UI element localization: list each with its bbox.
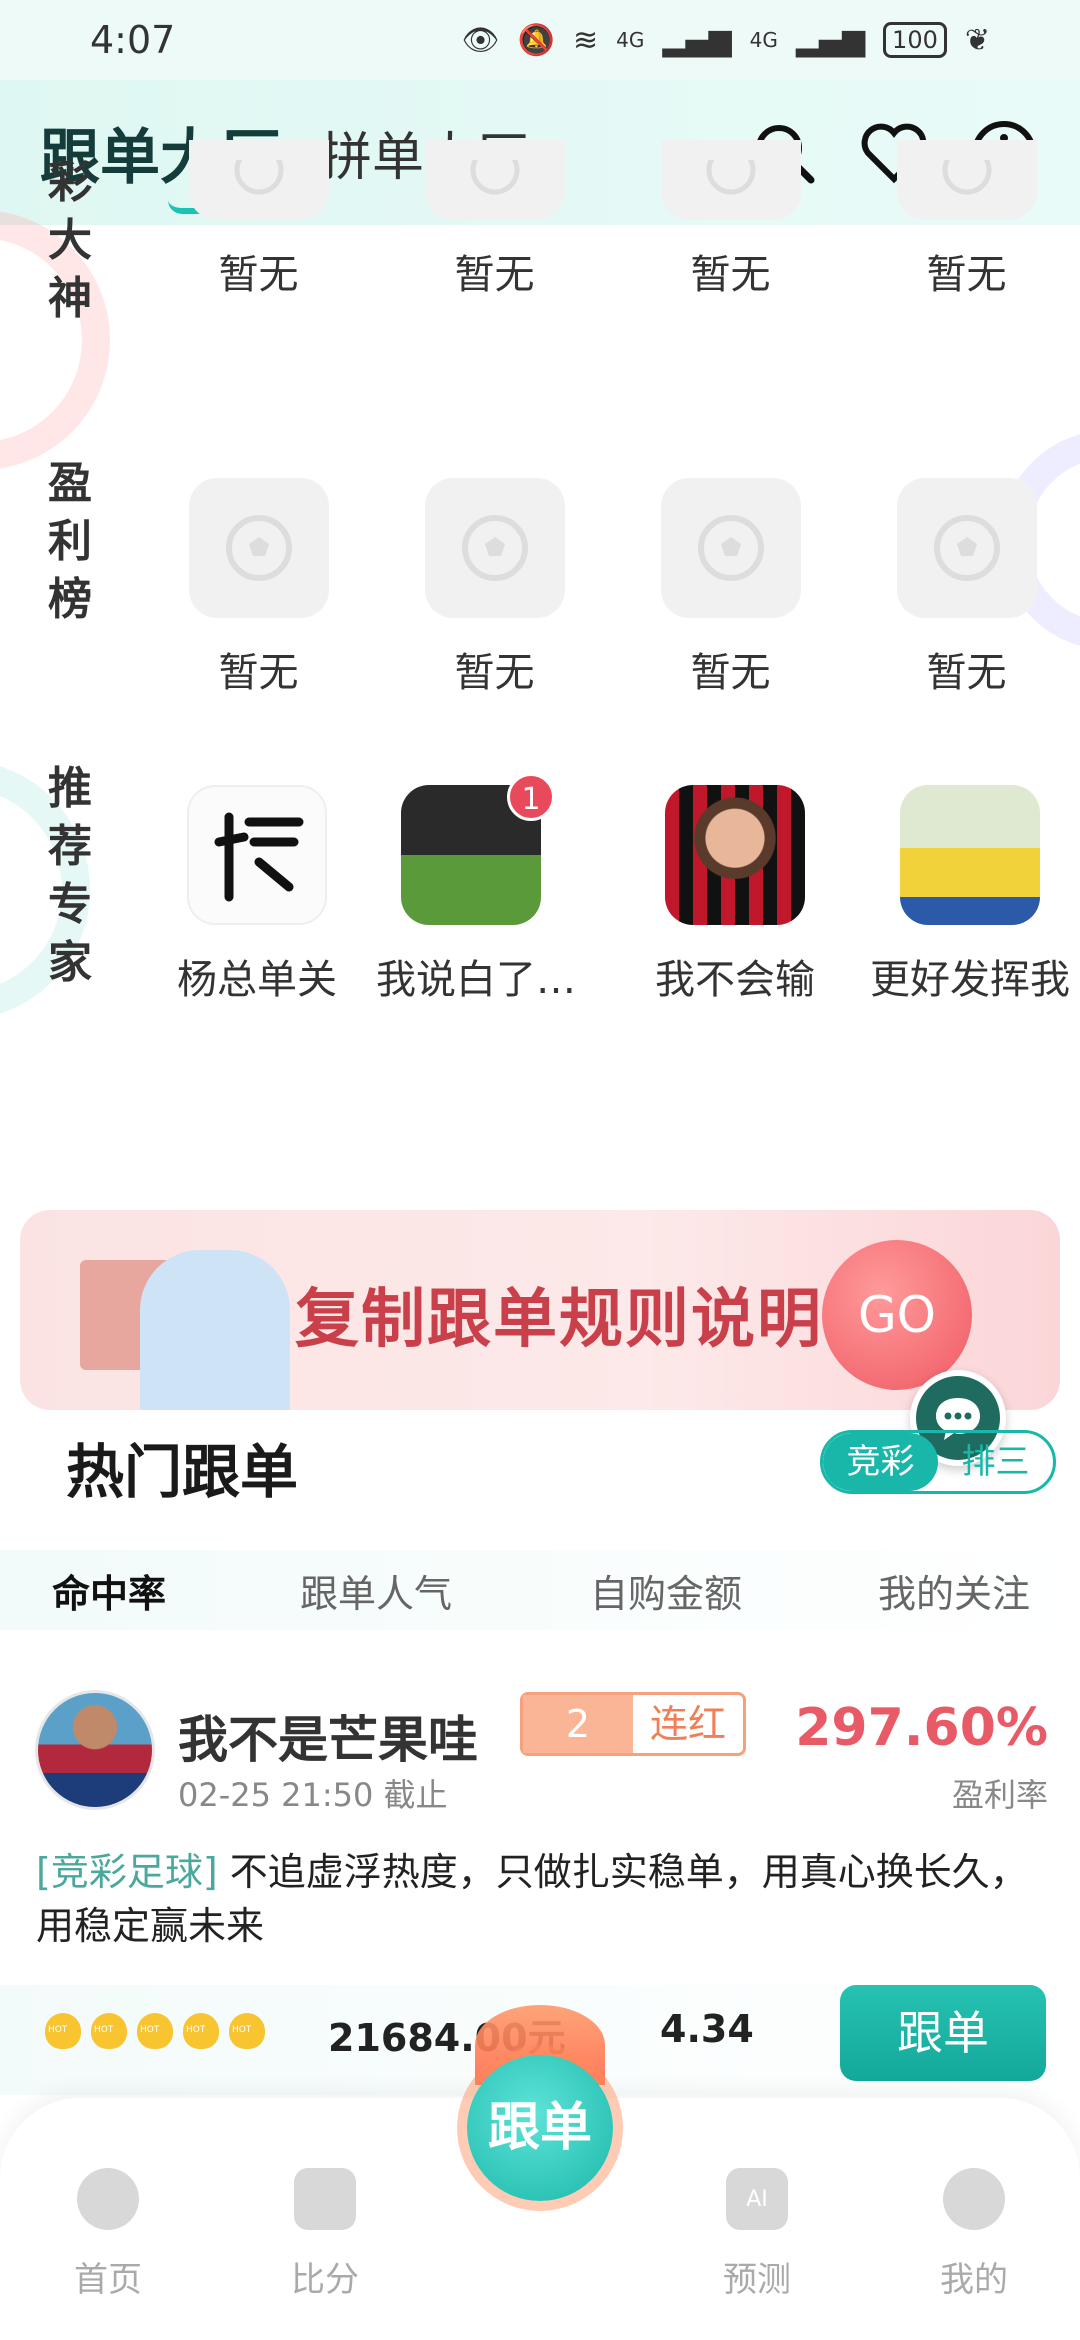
deadline: 02-25 21:50 截止: [178, 1776, 448, 1814]
expert-avatar: [665, 785, 805, 925]
wifi-icon: ≋: [573, 22, 599, 58]
placeholder-ball-icon: [896, 140, 1037, 220]
follow-button[interactable]: 跟单: [840, 1985, 1046, 2081]
football-icon: [77, 2168, 139, 2230]
person-illustration: [140, 1250, 290, 1410]
status-time: 4:07: [90, 18, 176, 62]
odds-value: 4.34: [660, 2007, 754, 2051]
toggle-jingcai[interactable]: 竞彩: [823, 1433, 938, 1491]
placeholder-ball-icon: [424, 478, 565, 618]
profit-rank-slot[interactable]: 暂无: [422, 478, 567, 698]
nav-predict-label: 预测: [723, 2260, 791, 2300]
toggle-paisan[interactable]: 排三: [938, 1433, 1053, 1491]
slot-empty-text: 暂无: [454, 650, 535, 696]
nav-score[interactable]: 比分: [265, 2168, 385, 2301]
placeholder-ball-icon: [424, 140, 565, 220]
great-god-slot[interactable]: 暂无: [186, 140, 331, 300]
nav-predict[interactable]: AI 预测: [697, 2168, 817, 2301]
profit-rate-label: 盈利率: [951, 1776, 1048, 1814]
profit-rank-slot[interactable]: 暂无: [658, 478, 803, 698]
notification-badge: 1: [507, 773, 555, 821]
expert-avatar: [900, 785, 1040, 925]
eye-icon: 👁: [461, 22, 500, 58]
mute-bell-icon: 🔕: [517, 22, 555, 58]
expert-avatar: 1: [401, 773, 555, 925]
great-god-slot[interactable]: 暂无: [894, 140, 1039, 300]
streak-count: 2: [523, 1695, 633, 1753]
nav-follow-center-button[interactable]: 跟单: [467, 2055, 613, 2201]
tab-popularity[interactable]: 跟单人气: [300, 1563, 452, 1618]
hot-icon: [137, 2013, 173, 2049]
hot-icon: [91, 2013, 127, 2049]
ai-chat-icon: AI: [726, 2168, 788, 2230]
category-tag: [竞彩足球]: [36, 1850, 218, 1894]
expert-name: 杨总单关: [177, 957, 337, 1003]
great-god-slot[interactable]: 暂无: [422, 140, 567, 300]
tab-hit-rate[interactable]: 命中率: [52, 1563, 166, 1618]
avatar[interactable]: [35, 1690, 155, 1810]
profile-icon: [943, 2168, 1005, 2230]
network-1-label: 4G: [616, 28, 645, 52]
nav-mine-label: 我的: [940, 2260, 1008, 2300]
placeholder-ball-icon: [896, 478, 1037, 618]
expert-name: 我说白了…: [376, 957, 576, 1003]
go-button[interactable]: GO: [822, 1240, 972, 1390]
expert-avatar: [187, 785, 327, 925]
banner-title: 复制跟单规则说明: [295, 1283, 823, 1357]
expert-item[interactable]: 1 我说白了…: [376, 773, 576, 1005]
placeholder-ball-icon: [188, 478, 329, 618]
slot-empty-text: 暂无: [926, 650, 1007, 696]
nav-score-label: 比分: [291, 2260, 359, 2300]
streak-badge: 2 连红: [520, 1692, 746, 1756]
nav-mine[interactable]: 我的: [914, 2168, 1034, 2301]
profit-rank-slot[interactable]: 暂无: [186, 478, 331, 698]
signal-icon: ▂▄▆: [795, 22, 866, 58]
expert-name: 我不会输: [655, 957, 815, 1003]
leaf-icon: ❦: [964, 22, 990, 58]
hot-icon: [183, 2013, 219, 2049]
status-icons: 👁 🔕 ≋ 4G ▂▄▆ 4G ▂▄▆ 100 ❦: [462, 22, 990, 58]
signal-icon: ▂▄▆: [662, 22, 732, 58]
nav-home-label: 首页: [74, 2260, 142, 2300]
placeholder-ball-icon: [188, 140, 329, 220]
battery-icon: 100: [883, 22, 947, 58]
slot-empty-text: 暂无: [926, 252, 1007, 298]
hot-subtabs: 命中率 跟单人气 自购金额 我的关注: [0, 1550, 1080, 1630]
lottery-toggle[interactable]: 竞彩 排三: [820, 1430, 1056, 1494]
user-name[interactable]: 我不是芒果哇: [178, 1700, 478, 1772]
tab-self-purchase[interactable]: 自购金额: [590, 1563, 742, 1618]
slot-empty-text: 暂无: [690, 650, 771, 696]
slot-empty-text: 暂无: [218, 650, 299, 696]
section-label-great-gods: 彩大神: [48, 157, 92, 324]
profit-rank-slot[interactable]: 暂无: [894, 478, 1039, 698]
expert-name: 更好发挥我: [870, 957, 1070, 1003]
network-2-label: 4G: [749, 28, 778, 52]
hot-icon: [45, 2013, 81, 2049]
expert-item[interactable]: 我不会输: [640, 785, 830, 1005]
status-bar: 4:07 👁 🔕 ≋ 4G ▂▄▆ 4G ▂▄▆ 100 ❦: [0, 0, 1080, 80]
expert-item[interactable]: 更好发挥我: [870, 785, 1070, 1005]
placeholder-ball-icon: [660, 478, 801, 618]
tab-my-follow[interactable]: 我的关注: [878, 1563, 1030, 1618]
slot-empty-text: 暂无: [454, 252, 535, 298]
card-description: [竞彩足球] 不追虚浮热度，只做扎实稳单，用真心换长久，用稳定赢未来: [36, 1845, 1046, 1953]
scoreboard-icon: [294, 2168, 356, 2230]
great-god-slot[interactable]: 暂无: [658, 140, 803, 300]
profit-rate: 297.60%: [795, 1698, 1048, 1758]
hot-follow-title: 热门跟单: [66, 1438, 299, 1506]
hot-icon: [229, 2013, 265, 2049]
heat-flames: [45, 2013, 265, 2049]
slot-empty-text: 暂无: [218, 252, 299, 298]
nav-home[interactable]: 首页: [48, 2168, 168, 2301]
section-label-profit-rank: 盈利榜: [48, 458, 92, 625]
streak-label: 连红: [649, 1702, 726, 1746]
rules-banner[interactable]: 复制跟单规则说明 GO: [20, 1210, 1060, 1410]
slot-empty-text: 暂无: [690, 252, 771, 298]
placeholder-ball-icon: [660, 140, 801, 220]
expert-item[interactable]: 杨总单关: [162, 785, 352, 1005]
section-label-recommended: 推荐专家: [48, 763, 92, 988]
